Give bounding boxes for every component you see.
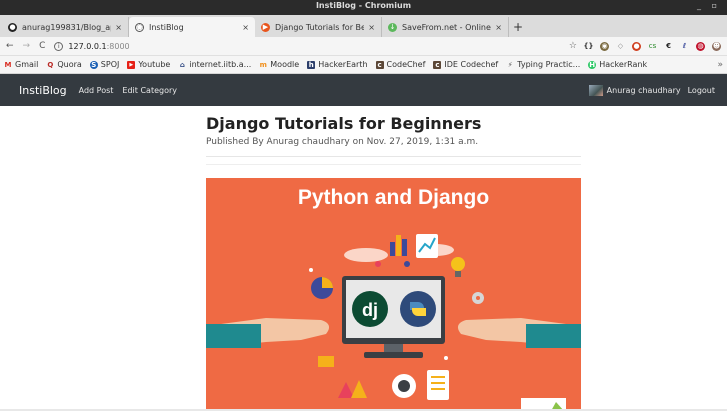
institute-icon: ⌂ [179,60,185,69]
spoj-icon: S [89,60,98,69]
bookmark-label: CodeChef [386,60,426,69]
svg-text:dj: dj [362,300,378,320]
gmail-icon: M [4,60,12,69]
download-icon: ↓ [388,22,397,32]
hackerrank-icon: H [588,60,597,69]
bar-chart-icon [390,242,395,256]
youtube-icon: ▶ [127,60,136,69]
add-post-link[interactable]: Add Post [79,86,114,95]
new-tab-button[interactable]: + [509,17,527,37]
window-title: InstiBlog - Chromium [315,1,412,10]
bookmark-star-icon[interactable]: ☆ [569,41,577,51]
tab-label: Django Tutorials for Begi [275,22,365,32]
tab-close-icon[interactable]: × [115,23,122,32]
post-hero-image: Python and Django dj [206,178,581,411]
profile-avatar-icon[interactable]: ☻ [712,41,721,51]
bookmark-typing-practice[interactable]: ⚡ Typing Practic... [506,60,581,69]
user-menu: Anurag chaudhary Logout [588,84,715,96]
bookmark-label: IDE Codechef [444,60,499,69]
tab-label: SaveFrom.net - Online vid [402,22,491,32]
extension-icon[interactable]: € [664,42,673,51]
address-bar[interactable]: i 127.0.0.1:8000 [54,41,569,51]
post-byline: Published By Anurag chaudhary on Nov. 27… [206,137,479,147]
bookmark-label: internet.iitb.a... [189,60,252,69]
window-controls[interactable]: _ ▫ [697,1,721,10]
tab-instiblog[interactable]: ◌ InstiBlog × [129,17,255,37]
bookmark-label: Typing Practic... [517,60,581,69]
bookmark-label: SPOJ [100,60,120,69]
divider [206,156,581,157]
back-button[interactable]: ← [6,41,14,51]
quora-icon: Q [47,60,54,69]
bookmark-hackerearth[interactable]: h HackerEarth [307,60,368,69]
bookmark-label: HackerRank [599,60,648,69]
window-titlebar: InstiBlog - Chromium _ ▫ [0,0,727,15]
user-name-link[interactable]: Anurag chaudhary [607,86,681,95]
bookmark-gmail[interactable]: M Gmail [4,60,39,69]
edit-category-link[interactable]: Edit Category [122,86,177,95]
info-icon[interactable]: i [54,41,64,51]
map-pin-icon [375,261,381,267]
cs-extension-icon[interactable]: cs [648,42,657,51]
bookmark-hackerrank[interactable]: H HackerRank [588,60,647,69]
bookmark-label: Moodle [270,60,300,69]
document-icon [427,370,449,400]
url-host: 127.0.0.1 [68,41,107,51]
bookmark-label: HackerEarth [318,60,368,69]
bookmarks-bar: M Gmail Q Quora S SPOJ ▶ Youtube ⌂ internet.i… [0,56,727,74]
url-port: :8000 [106,41,130,51]
divider [206,164,581,165]
tab-savefrom[interactable]: ↓ SaveFrom.net - Online vid × [382,17,509,37]
bookmark-youtube[interactable]: ▶ Youtube [127,60,170,69]
extension-icon[interactable]: ◉ [600,41,609,51]
envelope-icon [318,356,334,367]
bookmark-quora[interactable]: Q Quora [46,60,81,69]
codechef-icon: c [433,60,442,69]
bookmarks-overflow-icon[interactable]: » [717,60,723,70]
adblock-extension-icon[interactable]: ◍ [696,41,705,51]
page-content: Django Tutorials for Beginners Published… [0,107,727,411]
hero-illustration: dj [206,234,581,411]
bookmark-label: Gmail [15,60,39,69]
extension-icon[interactable]: ● [632,41,641,51]
bookmark-ide-codechef[interactable]: c IDE Codechef [433,60,498,69]
tab-close-icon[interactable]: × [495,23,502,32]
extensions-area: ☆ {} ◉ ◇ ● cs € ℓ ◍ ☻ [569,41,721,51]
shield-extension-icon[interactable]: ◇ [616,42,625,51]
tab-github[interactable]: ● anurag199831/Blog_app × [2,17,129,37]
tab-close-icon[interactable]: × [368,23,375,32]
tab-label: anurag199831/Blog_app [22,22,112,32]
bookmark-internet-iitb[interactable]: ⌂ internet.iitb.a... [178,60,251,69]
bookmark-label: Quora [57,60,82,69]
lightning-icon: ⚡ [507,60,513,69]
forward-button[interactable]: → [23,41,31,51]
moodle-icon: m [259,60,267,69]
tab-strip: ● anurag199831/Blog_app × ◌ InstiBlog × … [0,15,727,37]
post-title: Django Tutorials for Beginners [206,114,482,133]
logout-link[interactable]: Logout [688,86,715,95]
triangle-shape [338,382,354,398]
youtube-icon: ▶ [261,22,270,32]
avatar[interactable] [588,84,603,96]
bookmark-codechef[interactable]: c CodeChef [375,60,426,69]
extension-icon[interactable]: ℓ [680,42,689,51]
bookmark-label: Youtube [138,60,171,69]
bookmark-moodle[interactable]: m Moodle [259,60,300,69]
reload-button[interactable]: C [39,41,45,51]
lightbulb-icon [451,257,465,271]
tab-close-icon[interactable]: × [242,23,249,32]
bookmark-spoj[interactable]: S SPOJ [89,60,120,69]
tab-django-tutorials[interactable]: ▶ Django Tutorials for Begi × [255,17,382,37]
cloud-shape [344,248,388,262]
tab-label: InstiBlog [149,22,184,32]
post-header: Django Tutorials for Beginners Published… [206,107,581,165]
github-icon: ● [8,22,17,32]
site-navbar: InstiBlog Add Post Edit Category Anurag … [0,74,727,106]
codechef-icon: c [375,60,384,69]
hackerearth-icon: h [307,60,316,69]
browser-toolbar: ← → C i 127.0.0.1:8000 ☆ {} ◉ ◇ ● cs € ℓ… [0,37,727,56]
globe-icon: ◌ [135,22,144,32]
site-brand[interactable]: InstiBlog [19,84,67,97]
json-extension-icon[interactable]: {} [584,42,594,51]
